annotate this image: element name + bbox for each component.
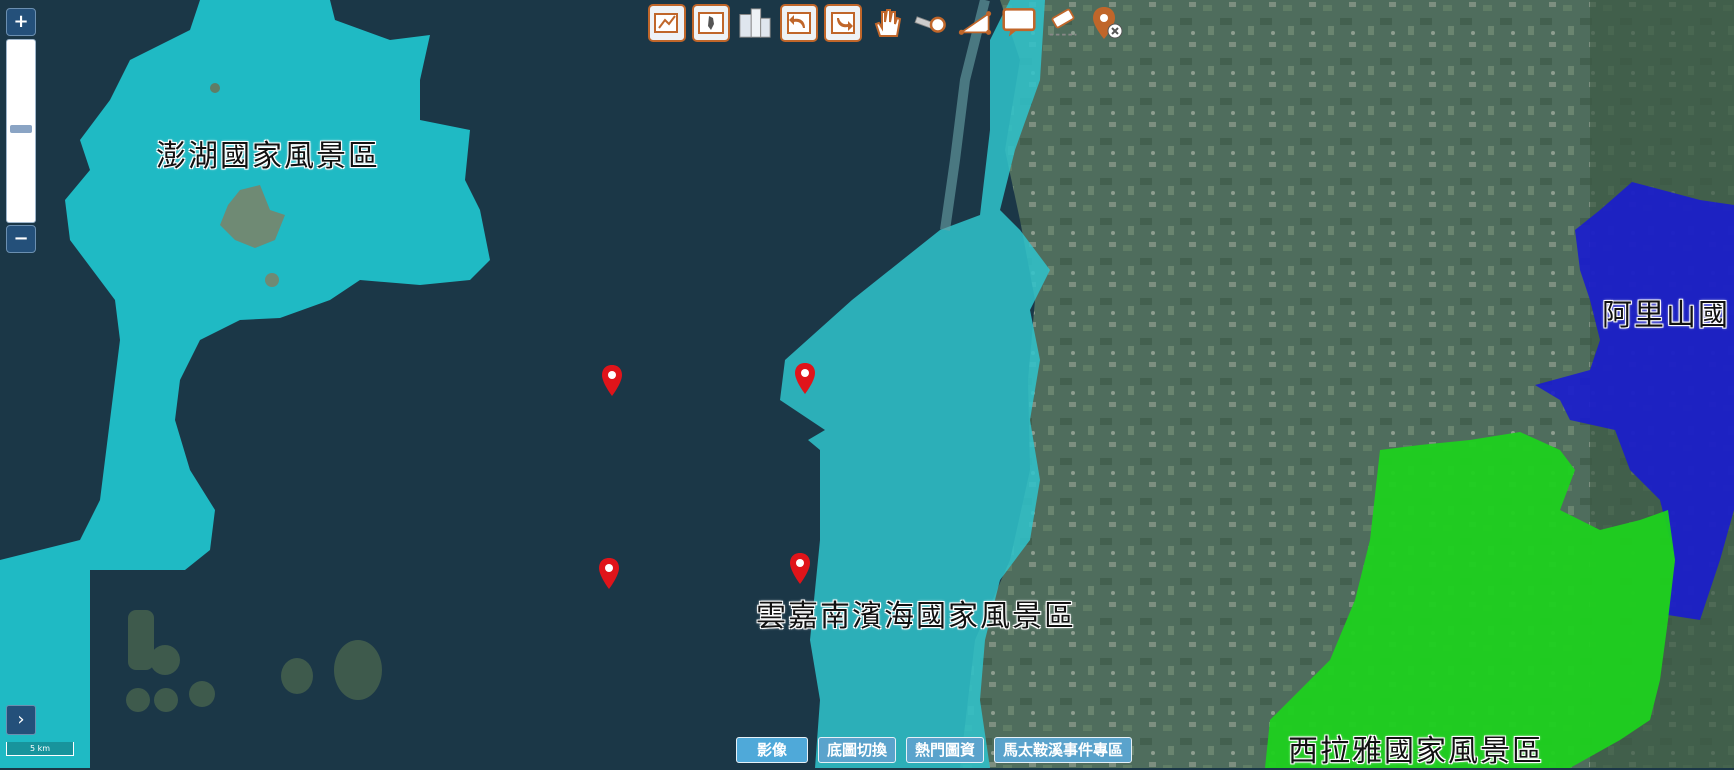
map-marker-2[interactable]: [793, 362, 817, 396]
redo-view-icon: [831, 12, 855, 34]
tool-pan[interactable]: [868, 4, 906, 42]
region-label-penghu: 澎湖國家風景區: [156, 139, 380, 174]
eraser-icon: [1049, 8, 1077, 36]
tool-eraser[interactable]: [1044, 4, 1082, 42]
zoom-slider-thumb[interactable]: [10, 125, 32, 133]
basemap-switch-button[interactable]: 底圖切換: [818, 737, 897, 763]
tool-measure-distance[interactable]: [912, 4, 950, 42]
popular-layers-button[interactable]: 熱門圖資: [906, 737, 985, 763]
measure-area-icon: [958, 11, 992, 35]
zoom-in-button[interactable]: +: [6, 8, 36, 36]
scale-bar: 5 km: [6, 742, 74, 756]
map-marker-4[interactable]: [788, 552, 812, 586]
map-toolbar: [648, 4, 1126, 46]
zoom-slider-track[interactable]: [6, 39, 36, 223]
penghu-islet: [210, 83, 220, 93]
buildings-icon: [739, 8, 771, 38]
region-label-yunjianan: 雲嘉南濱海國家風景區: [756, 599, 1076, 634]
undo-view-icon: [787, 12, 811, 34]
measure-distance-icon: [914, 16, 946, 33]
draw-icon: [654, 13, 678, 33]
imagery-button[interactable]: 影像: [736, 737, 808, 763]
map-marker-3[interactable]: [597, 557, 621, 591]
pan-hand-icon: [874, 9, 902, 37]
tool-annotation[interactable]: [1000, 4, 1038, 42]
tool-buildings[interactable]: [736, 4, 774, 42]
annotation-icon: [1002, 8, 1036, 37]
tool-clear-markers[interactable]: [1088, 4, 1126, 42]
map-marker-1[interactable]: [600, 364, 624, 398]
tool-draw[interactable]: [648, 4, 686, 42]
clear-markers-icon: [1093, 7, 1123, 39]
full-extent-icon: [698, 12, 724, 34]
region-label-siraya: 西拉雅國家風景區: [1288, 734, 1544, 769]
region-label-alishan: 阿里山國: [1602, 298, 1730, 333]
zoom-out-button[interactable]: −: [6, 225, 36, 253]
bottom-button-bar: 影像 底圖切換 熱門圖資 馬太鞍溪事件專區: [736, 737, 1133, 763]
tool-measure-area[interactable]: [956, 4, 994, 42]
tool-full-extent[interactable]: [692, 4, 730, 42]
tool-undo-view[interactable]: [780, 4, 818, 42]
zoom-control: + −: [6, 8, 36, 253]
matai-an-event-button[interactable]: 馬太鞍溪事件專區: [994, 737, 1133, 763]
panel-expand-button[interactable]: ›: [6, 705, 36, 735]
map-canvas[interactable]: [0, 0, 1734, 768]
penghu-islet: [265, 273, 279, 287]
tool-redo-view[interactable]: [824, 4, 862, 42]
